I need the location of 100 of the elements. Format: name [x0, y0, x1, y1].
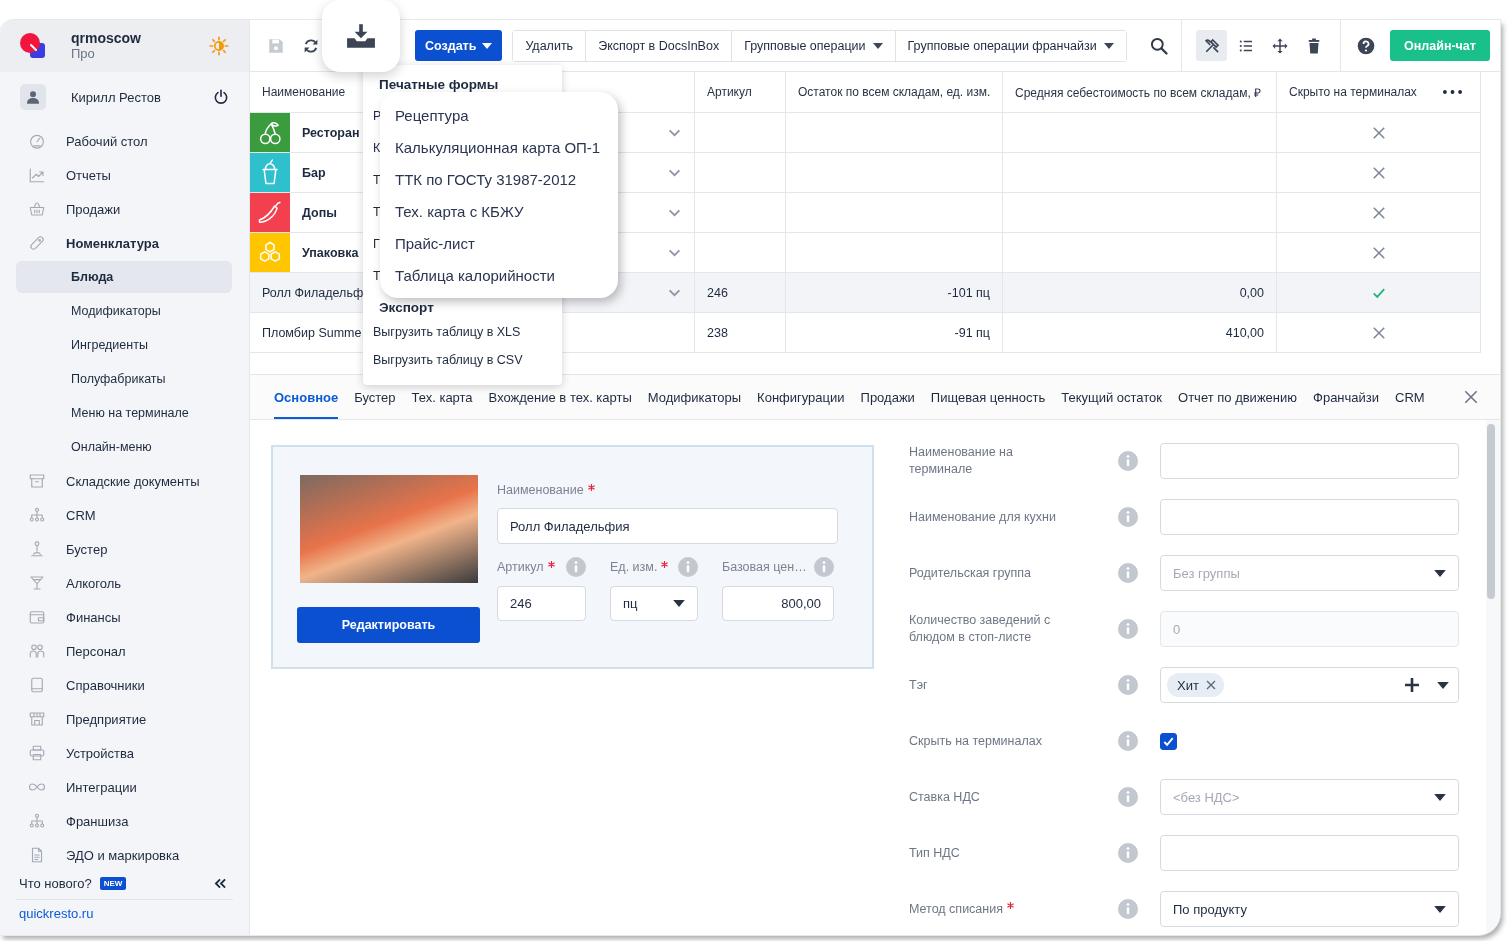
- nav-subitem[interactable]: Модификаторы: [16, 295, 232, 327]
- nav-item[interactable]: Предприятие: [0, 702, 249, 736]
- nav-item[interactable]: Складские документы: [0, 464, 249, 498]
- tab[interactable]: Основное: [274, 375, 339, 419]
- tab[interactable]: Текущий остаток: [1061, 375, 1163, 419]
- tab[interactable]: Конфигурации: [757, 375, 845, 419]
- tab[interactable]: Модификаторы: [647, 375, 742, 419]
- nav-subitem[interactable]: Полуфабрикаты: [16, 363, 232, 395]
- nav-subitem[interactable]: Меню на терминале: [16, 397, 232, 429]
- nav-item[interactable]: Номенклатура: [0, 226, 249, 260]
- caret-down-icon[interactable]: [1437, 681, 1449, 689]
- nav-subitem[interactable]: Онлайн-меню: [16, 431, 232, 463]
- remove-icon[interactable]: [1205, 680, 1216, 690]
- nav-item[interactable]: Устройства: [0, 736, 249, 770]
- tab[interactable]: CRM: [1395, 375, 1425, 419]
- more-icon[interactable]: [1443, 90, 1462, 94]
- item-name[interactable]: Пломбир Summe: [262, 325, 362, 340]
- tab[interactable]: Франчайзи: [1313, 375, 1380, 419]
- menu-item[interactable]: Т: [373, 196, 381, 228]
- plan-label: Про: [71, 46, 96, 61]
- field-label: Наименование для кухни: [909, 509, 1056, 524]
- refresh-icon[interactable]: [302, 36, 320, 55]
- menu-item[interactable]: Т: [373, 164, 381, 196]
- tab[interactable]: Бустер: [354, 375, 396, 419]
- text-input[interactable]: [1160, 499, 1459, 535]
- chevron-down-icon[interactable]: [668, 208, 681, 217]
- nav-item[interactable]: Продажи: [0, 192, 249, 226]
- tab[interactable]: Пищевая ценность: [930, 375, 1046, 419]
- download-icon: [346, 23, 376, 49]
- chevron-down-icon[interactable]: [668, 168, 681, 177]
- nav-item[interactable]: ЭДО и маркировка: [0, 838, 249, 872]
- plus-icon[interactable]: [1405, 678, 1419, 692]
- close-icon[interactable]: [1464, 390, 1478, 404]
- nav-item[interactable]: Персонал: [0, 634, 249, 668]
- text-input[interactable]: [1160, 835, 1459, 871]
- column-header[interactable]: Средняя себестоимость по всем складам, ₽: [1003, 72, 1277, 112]
- nav-item[interactable]: CRM: [0, 498, 249, 532]
- table-cell: -101 пц: [947, 285, 990, 300]
- tab[interactable]: Отчет по движению: [1178, 375, 1297, 419]
- tools-icon[interactable]: [1196, 30, 1227, 61]
- logo-icon: [20, 33, 46, 59]
- menu-item[interactable]: ТТК по ГОСТу 31987-2012: [380, 164, 618, 196]
- tab[interactable]: Вхождение в тех. карты: [488, 375, 632, 419]
- collapse-icon[interactable]: [214, 877, 227, 889]
- tag-field[interactable]: Хит: [1160, 667, 1459, 703]
- power-icon[interactable]: [213, 89, 229, 105]
- info-icon: [1118, 843, 1138, 863]
- nav-subitem[interactable]: Блюда: [16, 261, 232, 293]
- field-label: Базовая цен…: [722, 560, 807, 574]
- group-name[interactable]: Упаковка: [302, 245, 359, 260]
- create-button[interactable]: Создать: [415, 30, 503, 61]
- field-label: Ед. изм.: [610, 560, 658, 574]
- column-header[interactable]: Скрыто на терминалах: [1289, 85, 1417, 99]
- price-input[interactable]: 800,00: [722, 586, 834, 621]
- unit-select[interactable]: пц: [610, 586, 698, 621]
- nav-item[interactable]: Алкоголь: [0, 566, 249, 600]
- site-link[interactable]: quickresto.ru: [0, 900, 249, 928]
- help-icon[interactable]: [1356, 35, 1376, 56]
- tab[interactable]: Продажи: [860, 375, 915, 419]
- nav-subitem[interactable]: Ингредиенты: [16, 329, 232, 361]
- menu-section-title: Печатные формы: [379, 76, 499, 94]
- group-name[interactable]: Допы: [302, 205, 337, 220]
- tag-chip[interactable]: Хит: [1167, 673, 1224, 697]
- item-name[interactable]: Ролл Филадельф: [262, 285, 364, 300]
- nav-item[interactable]: Финансы: [0, 600, 249, 634]
- checkbox[interactable]: [1160, 732, 1177, 750]
- name-input[interactable]: Ролл Филадельфия: [497, 508, 838, 544]
- nav-item[interactable]: Рабочий стол: [0, 124, 249, 158]
- group-name[interactable]: Ресторан: [302, 125, 360, 140]
- field-label: Количество заведений с блюдом в стоп-листе: [909, 613, 1051, 644]
- column-header[interactable]: Артикул: [695, 72, 786, 112]
- text-input[interactable]: [1160, 443, 1459, 479]
- nav-item[interactable]: Отчеты: [0, 158, 249, 192]
- group-name[interactable]: Бар: [302, 165, 326, 180]
- nav-item[interactable]: Справочники: [0, 668, 249, 702]
- download-button[interactable]: [322, 0, 400, 72]
- search-icon[interactable]: [1149, 35, 1169, 56]
- whats-new-link[interactable]: Что нового?: [19, 875, 92, 891]
- chevron-down-icon[interactable]: [668, 248, 681, 257]
- field-label: Тип НДС: [909, 845, 960, 860]
- chart-icon: [28, 166, 46, 184]
- select-field[interactable]: По продукту: [1160, 891, 1459, 927]
- nav-item[interactable]: Бустер: [0, 532, 249, 566]
- scrollbar[interactable]: [1486, 420, 1500, 935]
- info-icon: [1118, 731, 1138, 751]
- toolbar-button[interactable]: Удалить: [513, 30, 587, 61]
- chevron-down-icon[interactable]: [668, 288, 681, 297]
- caret-down-icon: [1103, 42, 1114, 49]
- nav-item[interactable]: Франшиза: [0, 804, 249, 838]
- field-label: Ставка НДС: [909, 789, 980, 804]
- chevron-down-icon[interactable]: [668, 128, 681, 137]
- tab[interactable]: Тех. карта: [411, 375, 473, 419]
- caret-down-icon: [1434, 905, 1446, 913]
- menu-item[interactable]: Тех. карта с КБЖУ: [380, 196, 618, 228]
- menu-item[interactable]: Выгрузить таблицу в XLS: [373, 318, 521, 346]
- column-header[interactable]: Остаток по всем складам, ед. изм.: [786, 72, 1003, 112]
- nav-item[interactable]: Интеграции: [0, 770, 249, 804]
- article-input[interactable]: 246: [497, 586, 586, 621]
- edit-button[interactable]: Редактировать: [297, 607, 480, 643]
- printer-icon: [28, 744, 46, 762]
